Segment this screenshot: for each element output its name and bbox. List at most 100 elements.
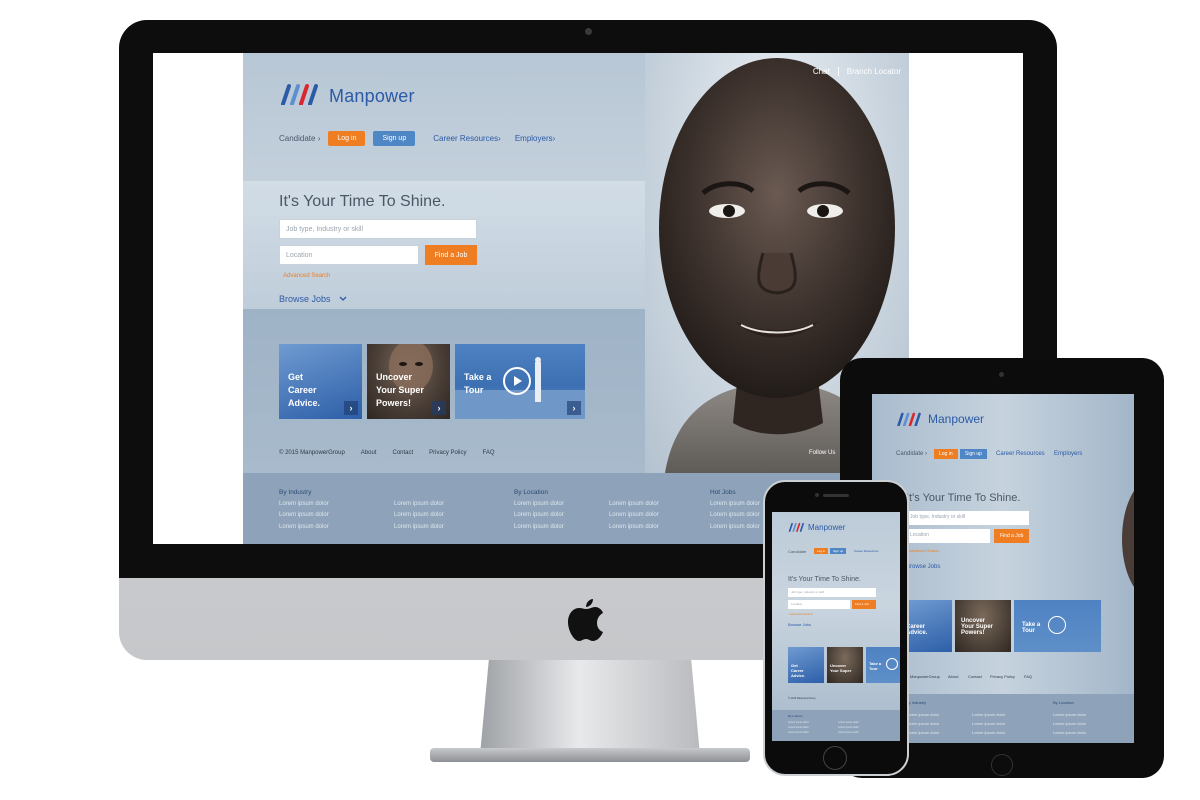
sitemap-link[interactable]: Lorem ipsum dolor bbox=[1053, 710, 1086, 719]
iphone-sitemap: By Industry Lorem ipsum dolor Lorem ipsu… bbox=[772, 710, 900, 741]
brand-name: Manpower bbox=[928, 412, 985, 426]
location-input[interactable]: Location bbox=[279, 245, 419, 265]
sitemap-link[interactable]: Lorem ipsum dolor bbox=[279, 522, 329, 534]
ipad-candidate-menu[interactable]: Candidate › bbox=[896, 451, 927, 457]
candidate-label: Candidate bbox=[896, 451, 924, 457]
tile-line: Tour bbox=[464, 385, 484, 395]
ipad-footer-about[interactable]: About bbox=[948, 674, 958, 679]
ipad-job-input[interactable]: Job type, Industry or skill bbox=[906, 511, 1029, 525]
sitemap-link[interactable]: Lorem ipsum dolor bbox=[972, 719, 1005, 728]
ipad-employers-link[interactable]: Employers bbox=[1054, 451, 1082, 457]
ipad-headline: It's Your Time To Shine. bbox=[906, 492, 1021, 504]
sitemap-link[interactable]: Lorem ipsum dolor bbox=[788, 730, 809, 735]
ipad-advanced-search[interactable]: Advanced Search bbox=[908, 548, 940, 553]
sitemap-link[interactable]: Lorem ipsum dolor bbox=[1053, 728, 1086, 737]
tile-line: Your Super bbox=[376, 385, 424, 395]
sitemap-link[interactable]: Lorem ipsum dolor bbox=[514, 522, 564, 534]
iphone-candidate-menu[interactable]: Candidate bbox=[788, 549, 806, 554]
ipad-super-tile[interactable]: Uncover Your Super Powers! bbox=[955, 600, 1011, 652]
sitemap-link[interactable]: Lorem ipsum dolor bbox=[279, 510, 329, 522]
advanced-search-link[interactable]: Advanced Search bbox=[283, 273, 330, 279]
about-link[interactable]: About bbox=[361, 450, 377, 456]
sitemap-link[interactable]: Lorem ipsum dolor bbox=[609, 499, 659, 511]
sitemap-link[interactable]: Lorem ipsum dolor bbox=[972, 710, 1005, 719]
sitemap-link[interactable]: Lorem ipsum dolor bbox=[514, 499, 564, 511]
main-nav: Candidate › Log in Sign up Career Resour… bbox=[279, 131, 555, 146]
ipad-logo[interactable]: Manpower bbox=[896, 412, 984, 426]
sitemap-link[interactable]: Lorem ipsum dolor bbox=[1053, 719, 1086, 728]
sitemap-link[interactable]: Lorem ipsum dolor bbox=[710, 522, 760, 534]
play-icon[interactable] bbox=[886, 658, 898, 670]
sitemap-link[interactable]: Lorem ipsum dolor bbox=[838, 730, 859, 735]
sitemap-link[interactable]: Lorem ipsum dolor bbox=[514, 510, 564, 522]
tile-text: Take a Tour bbox=[464, 371, 491, 397]
iphone-login-button[interactable]: Log in bbox=[814, 548, 829, 554]
job-search-input[interactable]: Job type, Industry or skill bbox=[279, 219, 477, 239]
sitemap-link[interactable]: Lorem ipsum dolor bbox=[710, 499, 760, 511]
iphone-advanced-search[interactable]: Advanced Search bbox=[789, 612, 813, 616]
super-powers-tile[interactable]: Uncover Your Super Powers! › bbox=[367, 344, 450, 419]
sitemap-link[interactable]: Lorem ipsum dolor bbox=[394, 499, 444, 511]
ipad-signup-button[interactable]: Sign up bbox=[960, 449, 987, 459]
employers-label: Employers bbox=[514, 134, 553, 143]
play-icon[interactable] bbox=[503, 367, 531, 395]
ipad-find-job-button[interactable]: Find a Job bbox=[994, 529, 1029, 543]
candidate-menu[interactable]: Candidate › bbox=[279, 134, 320, 143]
ipad-footer-privacy[interactable]: Privacy Policy bbox=[990, 674, 1015, 679]
device-showcase: Manpower Chat Branch Locator Candidate ›… bbox=[0, 0, 1200, 800]
iphone-screen: Manpower Candidate Log in Sign up Career… bbox=[772, 512, 900, 741]
sitemap-link[interactable]: Lorem ipsum dolor bbox=[279, 499, 329, 511]
chat-link[interactable]: Chat bbox=[813, 67, 830, 76]
chevron-right-icon: › bbox=[567, 401, 581, 415]
faq-link[interactable]: FAQ bbox=[483, 450, 495, 456]
sitemap-col-industry-2: Lorem ipsum dolor Lorem ipsum dolor Lore… bbox=[394, 487, 444, 533]
sitemap-link[interactable]: Lorem ipsum dolor bbox=[906, 719, 939, 728]
tile-text: Uncover Your Super Powers! bbox=[376, 371, 424, 410]
login-button[interactable]: Log in bbox=[328, 131, 366, 146]
tile-line: Career bbox=[288, 385, 317, 395]
candidate-label: Candidate bbox=[279, 134, 316, 143]
ipad-location-input[interactable]: Location bbox=[906, 529, 990, 543]
find-job-button[interactable]: Find a Job bbox=[425, 245, 477, 265]
ipad-browse-jobs[interactable]: Browse Jobs bbox=[906, 564, 940, 570]
privacy-link[interactable]: Privacy Policy bbox=[429, 450, 466, 456]
iphone-logo[interactable]: Manpower bbox=[788, 522, 845, 532]
iphone-job-input[interactable]: Job type, Industry or skill bbox=[788, 588, 876, 597]
sitemap-link[interactable]: Lorem ipsum dolor bbox=[609, 522, 659, 534]
career-advice-tile[interactable]: Get Career Advice. › bbox=[279, 344, 362, 419]
browse-jobs-toggle[interactable]: Browse Jobs bbox=[279, 294, 347, 304]
ipad-career-tile[interactable]: Career Advice. bbox=[906, 600, 952, 652]
ipad-footer-faq[interactable]: FAQ bbox=[1024, 674, 1032, 679]
iphone-location-input[interactable]: Location bbox=[788, 600, 850, 609]
employers-link[interactable]: Employers› bbox=[515, 134, 555, 143]
iphone-signup-button[interactable]: Sign up bbox=[830, 548, 847, 554]
iphone-tour-tile[interactable]: Take a Tour bbox=[866, 647, 900, 683]
signup-button[interactable]: Sign up bbox=[373, 131, 416, 146]
follow-us-label: Follow Us bbox=[809, 450, 836, 456]
iphone-career-resources-link[interactable]: Career Resources bbox=[854, 549, 878, 553]
career-resources-link[interactable]: Career Resources› bbox=[433, 134, 501, 143]
ipad-login-button[interactable]: Log in bbox=[934, 449, 958, 459]
sitemap-link[interactable]: Lorem ipsum dolor bbox=[906, 710, 939, 719]
iphone-super-tile[interactable]: Uncover Your Super bbox=[827, 647, 863, 683]
contact-link[interactable]: Contact bbox=[392, 450, 413, 456]
take-tour-tile[interactable]: Take a Tour › bbox=[455, 344, 585, 419]
sitemap-link[interactable]: Lorem ipsum dolor bbox=[972, 728, 1005, 737]
sitemap-link[interactable]: Lorem ipsum dolor bbox=[710, 510, 760, 522]
manpower-logo[interactable]: Manpower bbox=[279, 83, 415, 110]
iphone-find-job-button[interactable]: Find a Job bbox=[852, 600, 876, 609]
branch-locator-link[interactable]: Branch Locator bbox=[847, 67, 901, 76]
iphone-browse-jobs[interactable]: Browse Jobs bbox=[788, 622, 811, 627]
sitemap-link[interactable]: Lorem ipsum dolor bbox=[394, 522, 444, 534]
play-icon[interactable] bbox=[1048, 616, 1066, 634]
sitemap-link[interactable]: Lorem ipsum dolor bbox=[906, 728, 939, 737]
iphone-sitemap-heading: By Industry bbox=[788, 714, 804, 718]
ipad-footer-contact[interactable]: Contact bbox=[968, 674, 982, 679]
sitemap-link[interactable]: Lorem ipsum dolor bbox=[609, 510, 659, 522]
sitemap-link[interactable]: Lorem ipsum dolor bbox=[394, 510, 444, 522]
ipad-tour-tile[interactable]: Take a Tour bbox=[1014, 600, 1101, 652]
ipad-portrait-slice bbox=[1122, 491, 1134, 587]
iphone-career-tile[interactable]: Get Career Advice. bbox=[788, 647, 824, 683]
ipad-career-resources-link[interactable]: Career Resources bbox=[996, 451, 1045, 457]
sitemap-heading: By Industry bbox=[279, 489, 312, 496]
